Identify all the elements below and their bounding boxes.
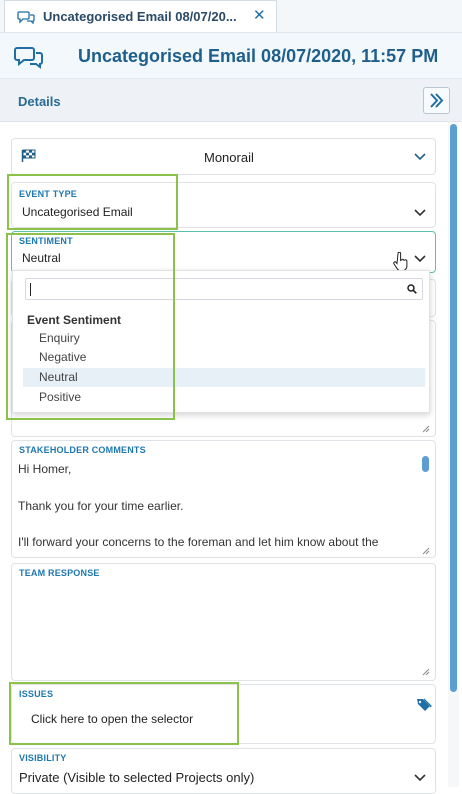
issues-label: ISSUES — [19, 689, 54, 699]
visibility-value: Private (Visible to selected Projects on… — [19, 770, 255, 785]
project-select[interactable]: Monorail — [11, 138, 436, 175]
comment-line: I'll forward your concerns to the forema… — [18, 535, 379, 549]
details-label: Details — [18, 94, 61, 109]
stakeholder-comments-field[interactable]: STAKEHOLDER COMMENTS Hi Homer, Thank you… — [11, 440, 436, 558]
expand-panel-button[interactable] — [423, 87, 450, 114]
comment-line: Thank you for your time earlier. — [18, 499, 184, 513]
project-value: Monorail — [204, 150, 254, 165]
option-negative[interactable]: Negative — [23, 348, 425, 367]
event-type-value: Uncategorised Email — [22, 205, 133, 219]
hand-pointer-icon — [393, 252, 408, 272]
checkered-flag-icon — [21, 149, 36, 162]
option-enquiry[interactable]: Enquiry — [23, 329, 425, 348]
details-bar: Details — [0, 79, 462, 122]
chevron-down-icon — [414, 153, 426, 161]
issues-field[interactable]: ISSUES Click here to open the selector — [11, 684, 436, 744]
event-type-label: EVENT TYPE — [19, 189, 78, 199]
tag-icon[interactable] — [416, 698, 432, 712]
text-caret — [30, 283, 31, 296]
stakeholder-comments-label: STAKEHOLDER COMMENTS — [19, 445, 146, 455]
tab-uncategorised-email[interactable]: Uncategorised Email 08/07/20... ✕ — [4, 0, 277, 32]
chevron-down-icon — [414, 255, 426, 263]
sentiment-value: Neutral — [22, 251, 61, 265]
resize-handle-icon[interactable] — [422, 425, 430, 433]
search-icon — [407, 284, 417, 294]
close-icon[interactable]: ✕ — [253, 6, 266, 24]
page-title: Uncategorised Email 08/07/2020, 11:57 PM — [78, 46, 439, 66]
chat-bubbles-icon — [14, 47, 43, 69]
option-positive[interactable]: Positive — [23, 388, 425, 407]
resize-handle-icon[interactable] — [422, 668, 430, 676]
double-chevron-right-icon — [430, 93, 444, 108]
sentiment-search-input[interactable] — [25, 278, 423, 300]
visibility-field[interactable]: VISIBILITY Private (Visible to selected … — [11, 748, 436, 794]
visibility-label: VISIBILITY — [19, 753, 67, 763]
option-group-header: Event Sentiment — [27, 313, 122, 327]
scrollbar-thumb[interactable] — [450, 124, 457, 692]
sentiment-field[interactable]: SENTIMENT Neutral — [11, 231, 436, 273]
chat-bubbles-icon — [17, 11, 35, 24]
sentiment-label: SENTIMENT — [19, 236, 73, 246]
resize-handle-icon[interactable] — [422, 547, 430, 555]
textarea-scrollbar-thumb[interactable] — [422, 456, 429, 472]
comment-line: Hi Homer, — [18, 462, 72, 476]
chevron-down-icon — [414, 774, 426, 782]
tab-title: Uncategorised Email 08/07/20... — [43, 9, 237, 24]
tab-strip: Uncategorised Email 08/07/20... ✕ — [0, 0, 462, 33]
sentiment-dropdown: Event Sentiment Enquiry Negative Neutral… — [12, 270, 430, 413]
option-neutral[interactable]: Neutral — [23, 368, 425, 387]
chevron-down-icon — [414, 209, 426, 217]
team-response-label: TEAM RESPONSE — [19, 568, 100, 578]
record-header: Uncategorised Email 08/07/2020, 11:57 PM — [0, 33, 462, 79]
issues-selector-placeholder[interactable]: Click here to open the selector — [31, 712, 193, 726]
event-type-field[interactable]: EVENT TYPE Uncategorised Email — [11, 182, 436, 228]
team-response-field[interactable]: TEAM RESPONSE — [11, 563, 436, 681]
